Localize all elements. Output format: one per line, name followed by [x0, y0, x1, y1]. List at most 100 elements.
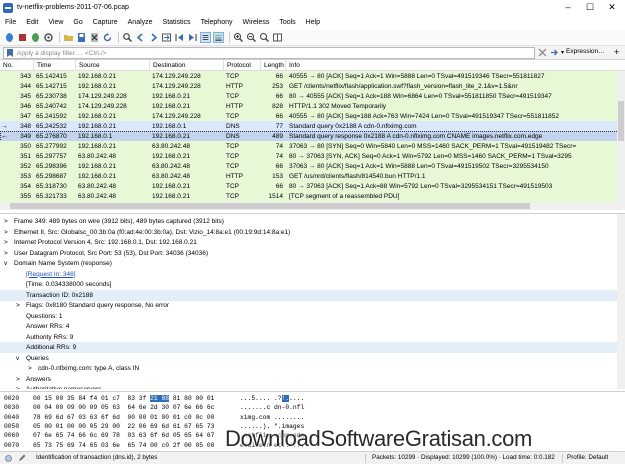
detail-tree-row[interactable]: Authority RRs: 9 [0, 332, 617, 343]
capture-options-icon[interactable] [43, 32, 54, 43]
expand-chevron-icon[interactable]: > [4, 248, 8, 259]
detail-tree-row[interactable]: > Flags: 0x8180 Standard query response, … [0, 300, 617, 311]
detail-tree-label: [Time: 0.034338000 seconds] [26, 281, 112, 288]
collapse-chevron-icon[interactable]: v [4, 258, 7, 269]
packet-details-scrollbar[interactable] [617, 214, 625, 389]
menu-view[interactable]: View [43, 19, 68, 26]
colorize-icon[interactable] [213, 32, 224, 43]
menu-edit[interactable]: Edit [21, 19, 43, 26]
detail-tree-row[interactable]: > User Datagram Protocol, Src Port: 53 (5… [0, 248, 617, 259]
save-file-icon[interactable] [76, 32, 87, 43]
detail-tree-row[interactable]: Questions: 1 [0, 311, 617, 322]
filter-bookmark-icon[interactable] [5, 48, 15, 58]
expand-chevron-icon[interactable]: > [16, 384, 20, 389]
add-filter-button[interactable]: + [614, 47, 619, 57]
expand-chevron-icon[interactable]: > [4, 216, 8, 227]
hex-bytes[interactable]: 00 04 00 09 00 09 05 63 64 6e 2d 30 07 6… [33, 403, 214, 412]
hex-bytes[interactable]: 78 69 6d 67 03 63 6f 6d 00 00 01 00 01 c… [33, 413, 214, 422]
detail-tree-row[interactable]: > Authoritative nameservers [0, 384, 617, 389]
filter-history-dropdown-icon[interactable]: ▾ [561, 49, 564, 56]
filter-apply-icon[interactable] [550, 48, 559, 57]
hex-bytes[interactable]: 65 73 75 69 74 65 03 6e 65 74 00 c0 2f 0… [33, 441, 214, 450]
detail-tree-row[interactable]: v Domain Name System (response) [0, 258, 617, 269]
hex-offset: 0040 [4, 413, 20, 421]
close-file-icon[interactable] [89, 32, 100, 43]
expand-chevron-icon[interactable]: > [28, 363, 32, 374]
start-capture-icon[interactable] [4, 32, 15, 43]
detail-tree-row[interactable]: Answer RRs: 4 [0, 321, 617, 332]
go-last-icon[interactable] [187, 32, 198, 43]
detail-tree-row[interactable]: > Answers [0, 374, 617, 385]
ascii-bytes[interactable]: .......c dn-0.nfl [240, 403, 304, 412]
reload-file-icon[interactable] [102, 32, 113, 43]
go-back-icon[interactable] [135, 32, 146, 43]
expand-chevron-icon[interactable]: > [4, 227, 8, 238]
expert-info-icon[interactable] [5, 455, 12, 462]
menu-capture[interactable]: Capture [88, 19, 123, 26]
go-forward-icon[interactable] [148, 32, 159, 43]
resize-columns-icon[interactable] [272, 32, 283, 43]
capture-comment-icon[interactable] [18, 454, 26, 462]
packet-list-header: No. Time Source Destination Protocol Len… [0, 60, 625, 71]
find-packet-icon[interactable] [122, 32, 133, 43]
hex-bytes[interactable]: 07 6e 65 74 66 6c 69 78 03 63 6f 6d 05 6… [33, 431, 214, 440]
expand-chevron-icon[interactable]: > [16, 300, 20, 311]
column-header-length[interactable]: Length [261, 60, 286, 71]
packet-list-vscrollbar[interactable] [617, 71, 625, 210]
expression-button[interactable]: Expression… [566, 48, 605, 55]
menu-help[interactable]: Help [301, 19, 325, 26]
expand-chevron-icon[interactable]: > [16, 374, 20, 385]
zoom-in-icon[interactable] [233, 32, 244, 43]
autoscroll-icon[interactable] [200, 32, 211, 43]
packet-list-vscroll-thumb[interactable] [618, 101, 624, 141]
column-header-info[interactable]: Info [286, 60, 617, 71]
menu-go[interactable]: Go [68, 19, 87, 26]
menu-statistics[interactable]: Statistics [158, 19, 196, 26]
zoom-out-icon[interactable] [246, 32, 257, 43]
go-first-icon[interactable] [174, 32, 185, 43]
ascii-bytes[interactable]: ...5.... .?!..... [240, 394, 304, 403]
hex-offset: 0070 [4, 441, 20, 449]
minimize-icon[interactable]: – [557, 0, 579, 14]
close-icon[interactable]: ✕ [601, 0, 623, 14]
column-header-no[interactable]: No. [0, 60, 34, 71]
zoom-normal-icon[interactable] [259, 32, 270, 43]
detail-tree-row[interactable]: > cdn-0.nflximg.com: type A, class IN [0, 363, 617, 374]
column-header-time[interactable]: Time [34, 60, 76, 71]
packet-list-hscroll-thumb[interactable] [10, 203, 530, 209]
display-filter-input[interactable] [17, 48, 497, 58]
menu-tools[interactable]: Tools [274, 19, 300, 26]
packet-row[interactable]: 355 65.321733 63.80.242.48 192.168.0.21 TCP 1… [0, 191, 625, 202]
expand-chevron-icon[interactable]: > [4, 237, 8, 248]
detail-tree-row[interactable]: [Request In: 348] [0, 269, 617, 280]
packet-list-hscrollbar[interactable] [0, 202, 617, 210]
menu-file[interactable]: File [0, 19, 21, 26]
hex-bytes[interactable]: 05 00 01 00 00 05 29 00 22 06 69 6d 61 6… [33, 422, 214, 431]
open-file-icon[interactable] [63, 32, 74, 43]
go-to-packet-icon[interactable] [161, 32, 172, 43]
column-header-destination[interactable]: Destination [150, 60, 224, 71]
collapse-chevron-icon[interactable]: v [16, 353, 19, 364]
menu-analyze[interactable]: Analyze [123, 19, 158, 26]
detail-tree-row[interactable]: Transaction ID: 0x2188 [0, 289, 617, 301]
detail-tree-row[interactable]: [Time: 0.034338000 seconds] [0, 279, 617, 290]
status-profile[interactable]: Profile: Default [567, 452, 608, 464]
filter-clear-icon[interactable] [538, 48, 547, 57]
detail-tree-row[interactable]: Additional RRs: 9 [0, 342, 617, 353]
menu-wireless[interactable]: Wireless [237, 19, 274, 26]
restart-capture-icon[interactable] [30, 32, 41, 43]
detail-tree-label: Frame 349: 489 bytes on wire (3912 bits)… [14, 218, 224, 225]
menu-telephony[interactable]: Telephony [196, 19, 238, 26]
column-header-protocol[interactable]: Protocol [224, 60, 261, 71]
stop-capture-icon[interactable] [17, 32, 28, 43]
detail-tree-row[interactable]: > Frame 349: 489 bytes on wire (3912 bits… [0, 216, 617, 227]
detail-tree-row[interactable]: > Internet Protocol Version 4, Src: 192.1… [0, 237, 617, 248]
column-header-source[interactable]: Source [76, 60, 150, 71]
hex-bytes[interactable]: 00 15 00 35 84 f4 01 c7 83 3f 21 88 81 8… [33, 394, 214, 403]
maximize-icon[interactable]: ☐ [579, 0, 601, 14]
detail-tree-label: Transaction ID: 0x2188 [26, 291, 93, 299]
ascii-bytes[interactable]: ximg.com ........ [240, 413, 304, 422]
wireshark-app-icon [3, 2, 13, 13]
detail-tree-row[interactable]: v Queries [0, 353, 617, 364]
detail-tree-row[interactable]: > Ethernet II, Src: Globalsc_00:3b:0a (f0… [0, 227, 617, 238]
